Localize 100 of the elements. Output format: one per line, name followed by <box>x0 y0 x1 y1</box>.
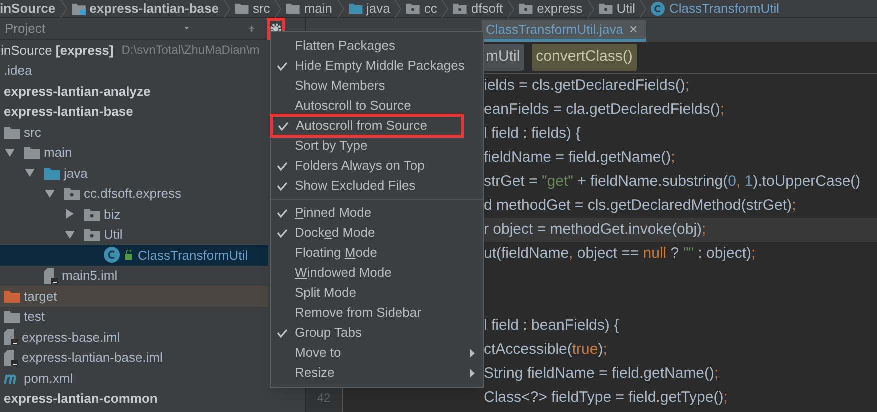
file-icon <box>4 329 18 346</box>
breadcrumb-item[interactable]: src <box>234 0 270 18</box>
code-line: Class<?> fieldType = field.getType(); <box>483 388 729 408</box>
expanded-arrow-icon[interactable] <box>4 148 16 158</box>
editor-tab[interactable]: ClassTransformUtil.java × <box>482 20 646 42</box>
code-line: l field : fields) { <box>483 124 582 144</box>
expanded-arrow-icon[interactable] <box>24 168 36 178</box>
tree-item[interactable]: express-lantian-base <box>0 102 268 122</box>
code-line: d methodGet = cls.getDeclaredMethod(strGet); <box>483 196 798 216</box>
collapsed-arrow-icon[interactable] <box>64 209 76 220</box>
chevron-icon <box>441 0 450 18</box>
folder-icon <box>4 310 20 324</box>
code-line: l field : beanFields) { <box>483 316 620 336</box>
package-icon <box>598 3 613 14</box>
tree-item[interactable]: test <box>0 306 268 327</box>
expanded-arrow-icon[interactable] <box>44 188 56 199</box>
project-root[interactable]: inSource [express] <box>1 40 114 60</box>
folder-icon <box>348 3 362 14</box>
package-icon <box>84 228 100 242</box>
menu-item[interactable]: Windowed Mode <box>271 263 483 283</box>
package-icon <box>519 3 534 14</box>
folder-icon <box>4 126 20 139</box>
chevron-icon <box>60 0 68 18</box>
breadcrumb-item[interactable]: main <box>286 0 332 18</box>
breadcrumb-item[interactable]: express-lantian-base <box>72 0 219 18</box>
folder-icon <box>234 3 249 14</box>
code-line: eanFields = cla.getDeclaredFields(); <box>483 100 726 120</box>
menu-item[interactable]: Flatten Packages <box>271 36 483 56</box>
file-icon <box>44 268 58 284</box>
chevron-icon <box>394 0 402 18</box>
folder-icon <box>44 166 60 180</box>
tree-item[interactable]: express-base.iml <box>0 327 268 348</box>
menu-item[interactable]: Pinned Mode <box>271 203 483 223</box>
chevron-icon <box>586 0 595 18</box>
menu-item[interactable]: Floating Mode <box>271 243 483 263</box>
menu-item[interactable]: Show Members <box>271 76 483 96</box>
package-icon <box>64 187 80 200</box>
menu-item[interactable]: Remove from Sidebar <box>271 303 483 323</box>
submenu-arrow-icon <box>470 368 475 378</box>
tree-item[interactable]: main5.iml <box>0 266 268 286</box>
submenu-arrow-icon <box>470 348 475 358</box>
tree-item[interactable]: express-lantian-analyze <box>0 81 268 102</box>
tree-item[interactable]: express-lantian-base.iml <box>0 348 268 368</box>
breadcrumb-item[interactable]: Util <box>598 0 636 18</box>
breadcrumb-item[interactable]: inSource <box>0 0 56 18</box>
code-line: ields = cls.getDeclaredFields(); <box>483 76 690 96</box>
package-icon <box>84 208 100 221</box>
dropdown-caret-icon[interactable] <box>185 26 190 31</box>
breadcrumb-item[interactable]: express <box>519 0 583 18</box>
code-breadcrumb[interactable]: mUtil <box>482 44 524 71</box>
tree-item[interactable]: pom.xml <box>0 368 268 388</box>
tree-item[interactable]: biz <box>0 204 268 224</box>
menu-item[interactable]: Split Mode <box>271 283 483 303</box>
file-icon <box>4 350 18 366</box>
tree-item[interactable]: express-lantian-common <box>0 388 268 409</box>
package-icon <box>406 3 420 14</box>
package-icon <box>453 3 468 14</box>
code-breadcrumb[interactable]: convertClass() <box>532 44 637 71</box>
menu-item[interactable]: Show Excluded Files <box>271 176 483 196</box>
project-path: D:\svnTotal\ZhuMaDian\m <box>122 42 260 60</box>
tree-item[interactable]: main <box>0 142 268 163</box>
menu-item[interactable]: Group Tabs <box>271 323 483 343</box>
close-tab-button[interactable]: × <box>630 19 638 40</box>
breadcrumb-item[interactable]: java <box>348 0 390 18</box>
menu-item[interactable]: Hide Empty Middle Packages <box>271 56 483 76</box>
module-icon <box>72 2 86 14</box>
chevron-icon <box>507 0 516 18</box>
class-icon <box>104 247 120 264</box>
panel-title: Project <box>5 20 46 38</box>
chevron-icon <box>222 0 231 18</box>
tree-item[interactable]: target <box>0 286 268 306</box>
folder-icon <box>286 3 300 14</box>
menu-item[interactable]: Autoscroll from Source <box>272 116 462 136</box>
chevron-icon <box>639 0 648 18</box>
menu-item[interactable]: Sort by Type <box>271 136 483 156</box>
tree-item[interactable]: .idea <box>0 60 268 81</box>
menu-item[interactable]: Resize <box>271 363 483 383</box>
tree-item[interactable]: ClassTransformUtil <box>0 245 268 266</box>
breadcrumb-item[interactable]: dfsoft <box>453 0 504 18</box>
tree-item[interactable]: src <box>0 122 268 142</box>
tree-item[interactable]: java <box>0 163 268 184</box>
code-line: String fieldName = field.getName(); <box>483 364 720 384</box>
expanded-arrow-icon[interactable] <box>64 230 76 240</box>
lock-icon <box>124 250 134 260</box>
code-line: ctAccessible(true); <box>483 340 608 360</box>
chevron-icon <box>336 0 344 18</box>
tree-item[interactable]: cc.dfsoft.express <box>0 184 268 204</box>
breadcrumb-item[interactable]: cc <box>406 0 438 18</box>
breadcrumb-item[interactable]: ClassTransformUtil <box>651 0 780 18</box>
code-line: fieldName = field.getName(); <box>483 148 676 168</box>
class-icon <box>651 2 666 16</box>
folder-icon <box>4 290 20 303</box>
menu-item[interactable]: Move to <box>271 343 483 363</box>
tree-item[interactable]: Util <box>0 224 268 245</box>
menu-item[interactable]: Docked Mode <box>271 223 483 243</box>
menu-item[interactable]: Folders Always on Top <box>271 156 483 176</box>
code-line: ut(fieldName, object == null ? "" : object); <box>483 244 757 264</box>
folder-icon <box>24 146 40 160</box>
menu-item[interactable]: Autoscroll to Source <box>271 96 483 116</box>
chevron-icon <box>274 0 282 18</box>
